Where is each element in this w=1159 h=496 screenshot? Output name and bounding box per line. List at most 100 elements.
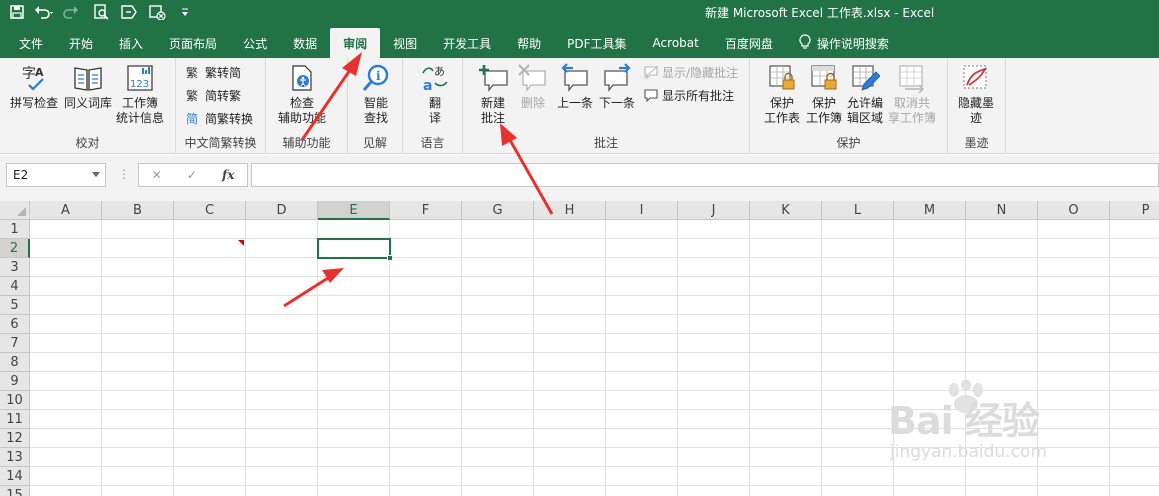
clear-icon[interactable] [146,2,168,22]
column-header-h[interactable]: H [534,201,606,220]
quick-access-toolbar [6,2,196,22]
tab-insert[interactable]: 插入 [106,28,156,58]
smart-lookup-line1: 智能 [363,96,388,110]
show-all-comments-button[interactable]: 显示所有批注 [643,85,734,105]
hide-ink-icon [960,62,992,94]
row-header-9[interactable]: 9 [0,372,30,391]
row-header-8[interactable]: 8 [0,353,30,372]
column-header-j[interactable]: J [678,201,750,220]
hide-ink-line2: 迹 [970,111,983,125]
row-header-6[interactable]: 6 [0,315,30,334]
tab-file[interactable]: 文件 [6,28,56,58]
insert-function-icon[interactable]: fx [222,168,234,182]
protect-workbook-button[interactable]: 保护 工作簿 [806,62,842,126]
row-header-13[interactable]: 13 [0,448,30,467]
protect-workbook-line2: 工作簿 [806,111,843,125]
column-header-i[interactable]: I [606,201,678,220]
column-header-b[interactable]: B [102,201,174,220]
column-header-l[interactable]: L [822,201,894,220]
show-hide-comment-button[interactable]: 显示/隐藏批注 [643,62,738,82]
row-header-5[interactable]: 5 [0,296,30,315]
protect-sheet-button[interactable]: 保护 工作表 [764,62,800,126]
column-header-o[interactable]: O [1038,201,1110,220]
column-header-a[interactable]: A [30,201,102,220]
unshare-workbook-button[interactable]: 取消共 享工作簿 [888,62,936,126]
tab-home[interactable]: 开始 [56,28,106,58]
column-header-g[interactable]: G [462,201,534,220]
new-comment-icon [477,62,509,94]
hide-ink-button[interactable]: 隐藏墨 迹 [958,62,994,126]
svg-text:简: 简 [186,112,198,126]
tab-data[interactable]: 数据 [280,28,330,58]
tab-acrobat[interactable]: Acrobat [640,28,712,58]
print-preview-icon[interactable] [90,2,112,22]
confirm-entry-icon[interactable]: ✓ [187,168,197,182]
tab-formulas[interactable]: 公式 [230,28,280,58]
workbook-statistics-button[interactable]: 123 工作簿 统计信息 [116,62,164,126]
formula-input[interactable] [251,163,1159,187]
group-label-insights: 见解 [362,136,387,150]
tab-page-layout[interactable]: 页面布局 [156,28,230,58]
smart-lookup-button[interactable]: i 智能 查找 [360,62,392,126]
row-header-2[interactable]: 2 [0,239,30,258]
undo-icon[interactable] [34,2,56,22]
simplified-traditional-conversion-button[interactable]: 简 简繁转换 [186,108,253,128]
translate-button[interactable]: あa 翻 译 [419,62,451,126]
save-icon[interactable] [6,2,28,22]
tab-view[interactable]: 视图 [380,28,430,58]
column-header-n[interactable]: N [966,201,1038,220]
customize-icon[interactable] [174,2,196,22]
next-comment-button[interactable]: 下一条 [599,62,635,111]
title-bar: 新建 Microsoft Excel 工作表.xlsx - Excel [0,0,1159,24]
row-header-1[interactable]: 1 [0,220,30,239]
redo-icon[interactable] [62,2,84,22]
previous-comment-button[interactable]: 上一条 [557,62,593,111]
group-chinese-conversion: 繁 繁转简 繁 简转繁 简 简繁转换 中文简繁转换 [176,58,266,154]
check-accessibility-button[interactable]: 检查 辅助功能 [278,62,326,126]
delete-comment-button[interactable]: 删除 [517,62,549,111]
select-all-button[interactable] [0,201,30,220]
name-box-dropdown-icon[interactable] [92,172,100,177]
unshare-workbook-icon [896,62,928,94]
column-header-f[interactable]: F [390,201,462,220]
formula-bar: E2 ⋮ ✕ ✓ fx [0,155,1159,201]
row-header-14[interactable]: 14 [0,467,30,486]
row-header-7[interactable]: 7 [0,334,30,353]
group-label-chinese-conversion: 中文简繁转换 [184,136,257,150]
to-traditional-label: 简转繁 [205,88,242,103]
formula-bar-grip-icon[interactable]: ⋮ [118,167,130,181]
column-header-k[interactable]: K [750,201,822,220]
name-box[interactable]: E2 [6,163,106,187]
spell-check-button[interactable]: 字A 拼写检查 [10,62,58,111]
tab-baidu-netdisk[interactable]: 百度网盘 [712,28,786,58]
workbook-statistics-icon: 123 [124,62,156,94]
column-header-d[interactable]: D [246,201,318,220]
allow-edit-ranges-button[interactable]: 允许编 辑区域 [847,62,883,126]
new-comment-button[interactable]: 新建 批注 [477,62,509,126]
row-header-4[interactable]: 4 [0,277,30,296]
protect-sheet-icon [766,62,798,94]
tab-developer[interactable]: 开发工具 [430,28,504,58]
column-header-m[interactable]: M [894,201,966,220]
tab-pdf-tools[interactable]: PDF工具集 [554,28,639,58]
column-header-e[interactable]: E [318,201,390,220]
cancel-entry-icon[interactable]: ✕ [152,168,162,182]
active-cell-e2[interactable] [317,238,391,259]
thesaurus-button[interactable]: 同义词库 [64,62,112,111]
column-header-c[interactable]: C [174,201,246,220]
row-header-3[interactable]: 3 [0,258,30,277]
tab-review[interactable]: 审阅 [330,28,381,58]
tell-me-search[interactable]: 操作说明搜索 [786,28,902,58]
window-title: 新建 Microsoft Excel 工作表.xlsx - Excel [705,6,935,20]
column-header-p[interactable]: P [1110,201,1159,220]
to-simplified-button[interactable]: 繁 繁转简 [186,62,241,82]
row-header-15[interactable]: 15 [0,486,30,496]
tab-help[interactable]: 帮助 [504,28,554,58]
row-header-10[interactable]: 10 [0,391,30,410]
row-header-12[interactable]: 12 [0,429,30,448]
row-header-11[interactable]: 11 [0,410,30,429]
unshare-workbook-line2: 享工作簿 [888,111,937,125]
touch-mode-icon[interactable] [118,2,140,22]
to-traditional-button[interactable]: 繁 简转繁 [186,85,241,105]
fill-handle[interactable] [387,255,393,261]
